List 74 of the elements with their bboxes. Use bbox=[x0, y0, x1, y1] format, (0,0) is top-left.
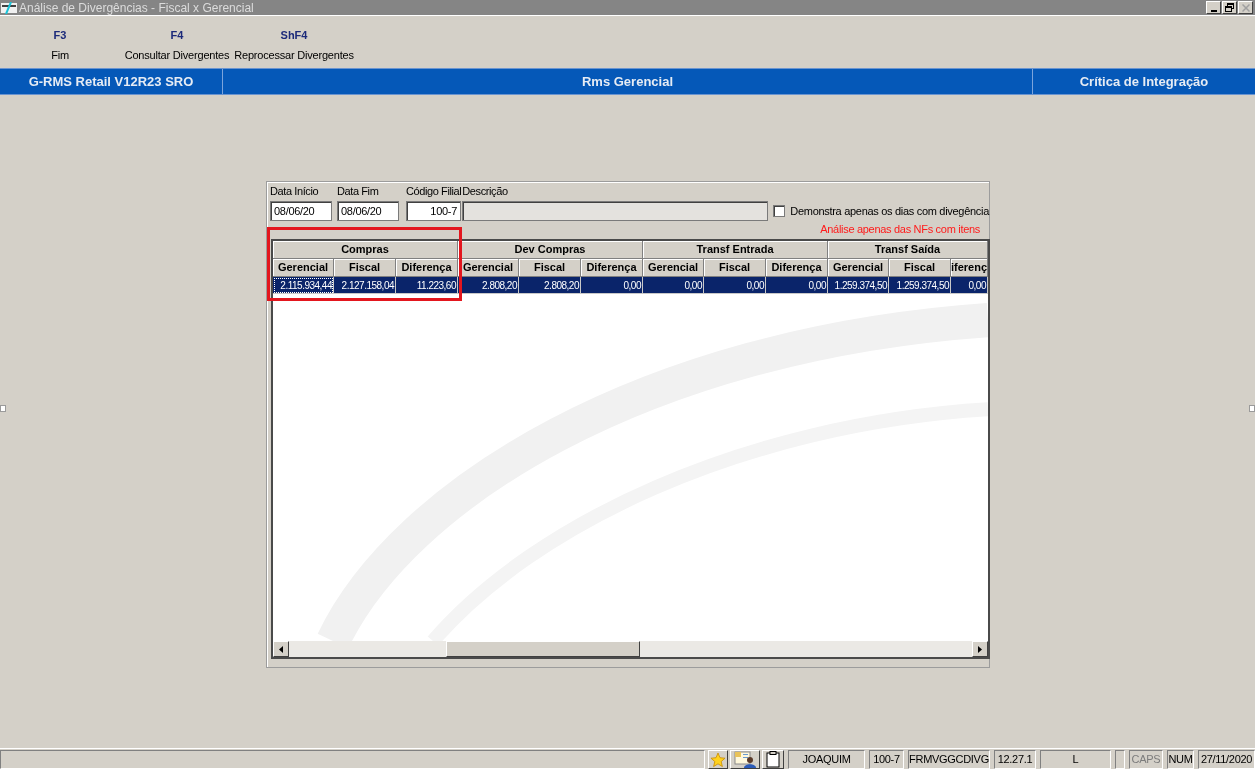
favorites-button[interactable] bbox=[708, 750, 728, 769]
table-cell: 0,00 bbox=[581, 277, 643, 294]
status-text: FRMVGGCDIVG bbox=[908, 750, 990, 769]
column-header[interactable]: Gerencial bbox=[273, 259, 334, 277]
table-row[interactable]: 2.115.934,44 2.127.158,04 11.223,60 2.808,20 2.808,20 0,00 0,00 0,00 0,00 1.259.374,50 1.259.374,50 0,00 bbox=[273, 277, 988, 294]
column-header[interactable]: Fiscal bbox=[334, 259, 396, 277]
table-cell: 0,00 bbox=[704, 277, 766, 294]
minimize-icon bbox=[1210, 9, 1217, 12]
status-text: 27/11/2020 bbox=[1198, 750, 1255, 769]
column-header[interactable]: Gerencial bbox=[828, 259, 889, 277]
table-cell: 0,00 bbox=[951, 277, 988, 294]
column-header[interactable]: Diferença bbox=[396, 259, 458, 277]
column-header[interactable]: Fiscal bbox=[519, 259, 581, 277]
input-field[interactable]: 08/06/20 bbox=[270, 201, 332, 221]
table-cell: 2.808,20 bbox=[519, 277, 581, 294]
checkbox-label: Demonstra apenas os dias com divegência bbox=[790, 204, 989, 218]
column-header[interactable]: Diferença bbox=[766, 259, 828, 277]
column-group-header: Transf Entrada bbox=[643, 241, 828, 259]
column-header[interactable]: Gerencial bbox=[458, 259, 519, 277]
field-label: Data Fim bbox=[337, 185, 380, 198]
restore-button[interactable] bbox=[1222, 1, 1237, 14]
banner-section: G-RMS Retail V12R23 SRO bbox=[0, 69, 222, 94]
caret-right-icon bbox=[978, 645, 982, 653]
status-panel bbox=[1115, 750, 1125, 769]
input-field[interactable]: 08/06/20 bbox=[337, 201, 399, 221]
column-header[interactable]: iferenç bbox=[951, 259, 988, 277]
scroll-left-button[interactable] bbox=[273, 641, 289, 657]
table-cell: 1.259.374,50 bbox=[828, 277, 889, 294]
function-key-button[interactable]: F3 Fim bbox=[5, 16, 115, 62]
star-icon bbox=[710, 751, 726, 768]
checkbox[interactable] bbox=[773, 205, 786, 217]
status-text: 12.27.1 bbox=[994, 750, 1036, 769]
status-indicator: CAPS bbox=[1129, 750, 1163, 769]
column-header[interactable]: Gerencial bbox=[643, 259, 704, 277]
resize-handle[interactable] bbox=[1249, 405, 1255, 412]
table-cell: 0,00 bbox=[766, 277, 828, 294]
scroll-right-button[interactable] bbox=[972, 641, 988, 657]
note-text: Análise apenas das NFs com itens bbox=[820, 223, 980, 236]
app-icon bbox=[1, 1, 17, 14]
column-group-header: Transf Saída bbox=[828, 241, 988, 259]
input-field[interactable]: 100-7 bbox=[406, 201, 461, 221]
status-text: L bbox=[1040, 750, 1111, 769]
field-label: Data Início bbox=[270, 185, 320, 198]
user-card-button[interactable] bbox=[730, 750, 760, 769]
table-cell: 2.127.158,04 bbox=[334, 277, 396, 294]
resize-handle[interactable] bbox=[0, 405, 6, 412]
table-cell: 11.223,60 bbox=[396, 277, 458, 294]
table-cell: 0,00 bbox=[643, 277, 704, 294]
restore-icon bbox=[1225, 3, 1234, 12]
caret-left-icon bbox=[279, 645, 283, 653]
function-key-button[interactable]: ShF4 Reprocessar Divergentes bbox=[236, 16, 352, 62]
column-group-header: Dev Compras bbox=[458, 241, 643, 259]
clipboard-button[interactable] bbox=[762, 750, 784, 769]
banner-section: Rms Gerencial bbox=[222, 69, 1032, 94]
column-header[interactable]: Fiscal bbox=[889, 259, 951, 277]
column-header[interactable]: Diferença bbox=[581, 259, 643, 277]
column-header[interactable]: Fiscal bbox=[704, 259, 766, 277]
close-icon bbox=[1241, 3, 1250, 12]
status-text: 100-7 bbox=[869, 750, 904, 769]
user-card-icon bbox=[734, 751, 756, 768]
status-indicator: NUM bbox=[1167, 750, 1194, 769]
banner-section: Crítica de Integração bbox=[1032, 69, 1255, 94]
function-key-button[interactable]: F4 Consultar Divergentes bbox=[120, 16, 234, 62]
field-label: Descrição bbox=[462, 185, 509, 198]
minimize-button[interactable] bbox=[1206, 1, 1221, 14]
window-title: Análise de Divergências - Fiscal x Gerencial bbox=[19, 0, 254, 15]
horizontal-scrollbar[interactable] bbox=[273, 641, 988, 657]
scrollbar-thumb[interactable] bbox=[446, 641, 640, 657]
field-label: Código Filial bbox=[406, 185, 462, 198]
status-text: JOAQUIM bbox=[788, 750, 865, 769]
table-cell: 2.115.934,44 bbox=[273, 277, 334, 294]
table-cell: 2.808,20 bbox=[458, 277, 519, 294]
column-group-header: Compras bbox=[273, 241, 458, 259]
table-cell: 1.259.374,50 bbox=[889, 277, 951, 294]
